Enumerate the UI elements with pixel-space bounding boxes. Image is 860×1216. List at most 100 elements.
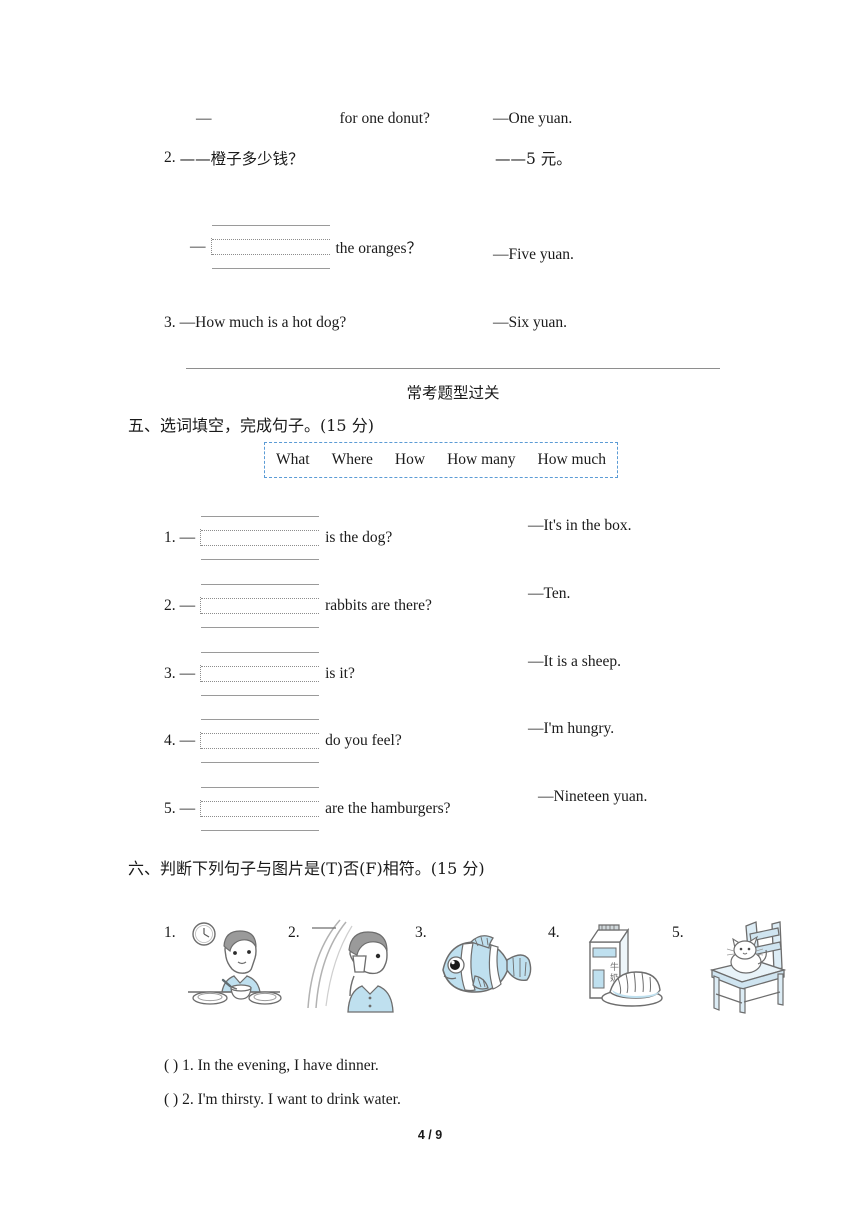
item3-question: —How much is a hot dog? [179,314,347,331]
page-number: 4 / 9 [417,1128,443,1142]
item-number: 4. [164,732,176,749]
word-bank-box: What Where How How many How much [264,442,618,478]
item-number: 5. [164,800,176,817]
grid-line-bottom [201,627,320,628]
grid-lead-mark [200,665,202,682]
answer-handwriting-grid[interactable] [200,516,320,560]
tf-answer-parens-2[interactable]: ( ) [164,1091,178,1108]
picture-label-5: 5. [672,924,684,941]
tf-statement-text-2: 2. I'm thirsty. I want to drink water. [182,1091,401,1108]
picture-cell-5: 5. [672,918,792,1016]
grid-line-dashed-upper [201,733,320,734]
grid-lead-mark [200,800,202,817]
item2-prompt-row: 2. ——橙子多少钱？ [164,147,304,169]
cat-on-chair-icon [709,921,787,1014]
tf-statement-text-1: 1. In the evening, I have dinner. [182,1057,379,1074]
picture-label-4: 4. [548,924,560,941]
item-tail-text: is it? [325,665,355,682]
answer-handwriting-grid[interactable] [200,719,320,763]
picture-cell-1: 1. [164,918,284,1016]
item-number: 3. [164,665,176,682]
grid-line-dashed-upper [201,598,320,599]
grid-line-dashed-upper [201,666,320,667]
item1-answer-text: —One yuan. [493,110,573,127]
answer-handwriting-grid[interactable] [200,787,320,831]
grid-line-bottom [211,268,330,269]
grid-lead-mark [200,597,202,614]
item2-answer-row: — the oranges？ [190,225,422,269]
item-answer-text: —It's in the box. [528,517,632,534]
grid-line-dashed-lower [201,816,320,817]
picture-cell-4: 4. 牛 奶 [548,918,668,1016]
item2-answer-chinese: ——5 元。 [495,150,572,168]
grid-lead-mark [200,732,202,749]
item-answer-text: —Nineteen yuan. [538,788,648,805]
section-six-heading: 六、判断下列句子与图片是(T)否(F)相符。(15 分) [128,859,485,878]
tf-statement-2: ( ) 2. I'm thirsty. I want to drink wate… [164,1091,401,1109]
item3-row: 3. —How much is a hot dog? [164,314,346,332]
word-bank-option-where[interactable]: Where [321,451,384,469]
item-tail-text: are the hamburgers? [325,800,451,817]
grid-line-dashed-upper [201,801,320,802]
banner-title: 常考题型过关 [406,384,500,402]
fish-icon [442,935,532,993]
grid-line-dashed-lower [201,545,320,546]
section-five-heading: 五、选词填空，完成句子。(15 分) [128,416,374,435]
tf-answer-parens-1[interactable]: ( ) [164,1057,178,1074]
item1-continuation-row: — for one donut? [196,110,430,128]
answer-handwriting-grid[interactable] [200,584,320,628]
item2-number: 2. [164,149,176,166]
section-divider [186,368,720,369]
word-bank-option-how-much[interactable]: How much [527,451,617,469]
picture-cell-3: 3. [415,918,535,1016]
grid-line-top [201,719,320,720]
item-dash: — [179,597,196,614]
tf-statement-1: ( ) 1. In the evening, I have dinner. [164,1057,379,1075]
grid-line-bottom [201,559,320,560]
grid-line-dashed-upper [211,239,330,240]
answer-handwriting-grid[interactable] [200,652,320,696]
item2-handwriting-grid[interactable] [210,225,330,269]
item2-prompt-chinese: ——橙子多少钱？ [179,150,304,168]
grid-line-top [201,516,320,517]
picture-label-2: 2. [288,924,300,941]
item-answer-text: —I'm hungry. [528,720,615,737]
item2-dash: — [190,238,206,255]
item-number: 1. [164,529,176,546]
item-dash: — [179,529,196,546]
item1-tail-text: for one donut? [339,110,430,127]
item-tail-text: is the dog? [325,529,393,546]
grid-lead-mark [200,529,202,546]
grid-line-bottom [201,830,320,831]
item-dash: — [179,800,196,817]
item-dash: — [179,732,196,749]
item-dash: — [179,665,196,682]
section-five-item-1: 1. — is the dog? [164,516,392,560]
grid-line-dashed-lower [211,254,330,255]
grid-line-top [201,584,320,585]
worksheet-page: — for one donut? —One yuan. 2. ——橙子多少钱？ … [0,0,860,1216]
grid-line-bottom [201,695,320,696]
item-answer-text: —It is a sheep. [528,653,621,670]
section-five-item-5: 5. — are the hamburgers? [164,787,451,831]
section-five-item-3: 3. — is it? [164,652,355,696]
grid-line-dashed-lower [201,681,320,682]
item2-answer-english: —Five yuan. [493,246,574,263]
picture-label-1: 1. [164,924,176,941]
boy-drinking-icon [307,919,394,1013]
section-five-item-2: 2. — rabbits are there? [164,584,432,628]
milk-carton-and-bread-icon: 牛 奶 [588,924,663,1007]
picture-label-3: 3. [415,924,427,941]
word-bank-option-how[interactable]: How [384,451,436,469]
item-number: 2. [164,597,176,614]
item1-dash: — [196,110,212,127]
item2-tail-text: the oranges？ [335,240,423,257]
grid-line-dashed-lower [201,613,320,614]
item3-answer: —Six yuan. [493,314,568,331]
item-tail-text: do you feel? [325,732,402,749]
grid-line-dashed-lower [201,748,320,749]
word-bank-option-how-many[interactable]: How many [436,451,526,469]
word-bank-option-what[interactable]: What [265,451,321,469]
grid-line-top [201,652,320,653]
grid-lead-mark [210,238,212,255]
